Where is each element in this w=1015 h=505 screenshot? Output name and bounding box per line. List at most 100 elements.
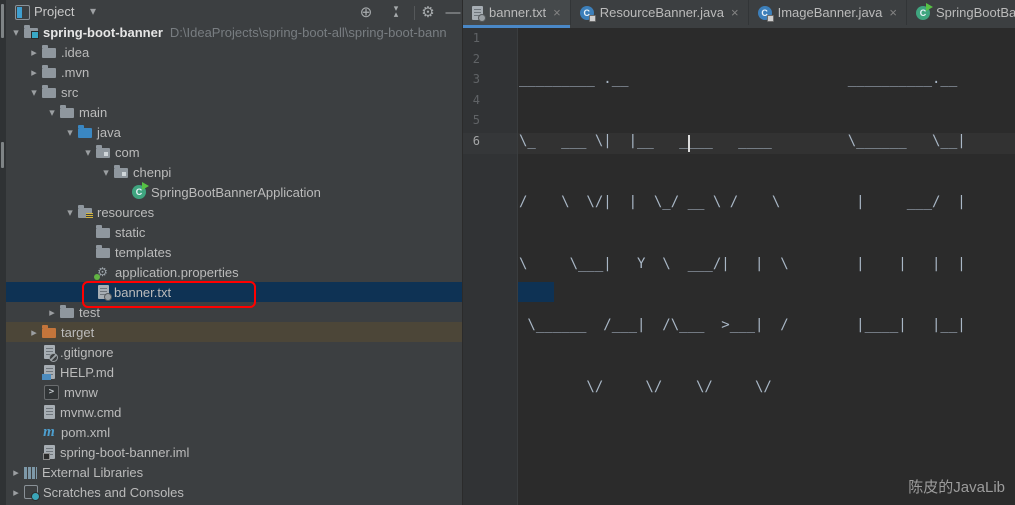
package-icon xyxy=(96,145,110,158)
tree-row-resources[interactable]: ▾ resources xyxy=(6,202,518,222)
locate-icon[interactable]: ⊕ xyxy=(356,3,376,23)
expand-arrow-icon[interactable]: ▾ xyxy=(62,206,78,219)
tree-row-scratches[interactable]: ▸ Scratches and Consoles xyxy=(6,482,464,502)
settings-gear-icon[interactable]: ⚙ xyxy=(418,3,438,23)
folder-icon xyxy=(96,245,110,258)
code-line: \/ \/ \/ \/ xyxy=(519,378,772,395)
tree-row-external-libraries[interactable]: ▸ External Libraries xyxy=(6,462,464,482)
scratches-icon xyxy=(24,485,40,501)
close-icon[interactable]: × xyxy=(889,6,897,19)
tree-row-help-md[interactable]: HELP.md xyxy=(6,362,500,382)
properties-file-icon: ⚙ xyxy=(94,265,110,280)
tree-row-main[interactable]: ▾ main xyxy=(6,102,500,122)
text-file-icon xyxy=(472,5,486,22)
expand-arrow-icon[interactable]: ▸ xyxy=(8,486,24,499)
tree-row-com[interactable]: ▾ com xyxy=(6,142,536,162)
tree-label: static xyxy=(115,224,146,240)
tree-label: mvnw.cmd xyxy=(60,404,122,420)
line-number: 1 xyxy=(472,31,480,45)
project-window-icon xyxy=(15,5,30,20)
collapse-bottom-glyph: ▴ xyxy=(393,9,399,19)
tab-label: banner.txt xyxy=(489,5,547,20)
line-number: 4 xyxy=(472,92,480,107)
tree-label: mvnw xyxy=(64,384,98,400)
text-caret xyxy=(688,135,690,152)
project-folder-icon xyxy=(24,25,39,39)
close-icon[interactable]: × xyxy=(731,6,739,19)
tree-row-src[interactable]: ▾ src xyxy=(6,82,482,102)
tab-resource-banner[interactable]: C ResourceBanner.java × xyxy=(571,0,749,25)
folder-icon xyxy=(96,225,110,238)
code-line: / \ \/| | \_/ __ \ / \ | ___/ | xyxy=(519,194,966,210)
expand-arrow-icon[interactable]: ▾ xyxy=(44,106,60,119)
code-line: _________ .__ __________.__ xyxy=(519,71,958,87)
expand-arrow-icon[interactable]: ▾ xyxy=(62,126,78,139)
runnable-class-icon: C xyxy=(132,182,149,199)
line-number: 2 xyxy=(472,51,480,66)
panel-title: Project xyxy=(34,4,75,19)
gitignore-file-icon xyxy=(44,345,58,362)
expand-arrow-icon[interactable]: ▾ xyxy=(98,166,114,179)
tree-label: pom.xml xyxy=(61,424,111,440)
tab-spring-boot-banner[interactable]: C SpringBootBann xyxy=(907,0,1015,25)
editor-text-area[interactable]: _________ .__ __________.__ \_ ___ \| |_… xyxy=(519,28,966,418)
expand-arrow-icon[interactable]: ▾ xyxy=(26,86,42,99)
expand-arrow-icon[interactable]: ▸ xyxy=(26,326,42,339)
tree-row-project-root[interactable]: ▾ spring-boot-banner D:\IdeaProjects\spr… xyxy=(6,22,464,42)
tree-row-target[interactable]: ▸ target xyxy=(6,322,482,342)
markdown-file-icon xyxy=(42,365,55,380)
tree-label: .idea xyxy=(61,44,90,60)
tree-row-pom-xml[interactable]: m pom.xml xyxy=(6,422,498,442)
tab-label: ImageBanner.java xyxy=(777,5,883,20)
tree-row-mvnw[interactable]: > mvnw xyxy=(6,382,500,402)
module-file-icon xyxy=(43,445,55,460)
line-numbers: 1 2 3 4 5 6 xyxy=(463,28,480,151)
tab-label: SpringBootBann xyxy=(936,5,1015,20)
hide-panel-icon[interactable]: — xyxy=(443,3,463,23)
tree-row-mvn[interactable]: ▸ .mvn xyxy=(6,62,482,82)
tree-label: spring-boot-banner.iml xyxy=(60,444,190,460)
tree-label: com xyxy=(115,144,140,160)
tree-row-idea[interactable]: ▸ .idea xyxy=(6,42,482,62)
folder-icon xyxy=(60,305,74,318)
tree-label: src xyxy=(61,84,79,100)
tree-label: .gitignore xyxy=(60,344,114,360)
libraries-icon xyxy=(24,466,37,479)
terminal-file-icon: > xyxy=(44,384,59,400)
excluded-folder-icon xyxy=(42,325,56,338)
line-number-current: 6 xyxy=(472,133,480,148)
tree-label: .mvn xyxy=(61,64,90,80)
tree-label: spring-boot-banner xyxy=(43,24,163,40)
expand-arrow-icon[interactable]: ▸ xyxy=(26,46,42,59)
code-line: \ \___| Y \ ___/| | \ | | | | xyxy=(519,255,966,272)
tab-image-banner[interactable]: C ImageBanner.java × xyxy=(749,0,907,25)
tab-banner-txt[interactable]: banner.txt × xyxy=(463,0,571,28)
tree-row-mvnw-cmd[interactable]: mvnw.cmd xyxy=(6,402,500,422)
tree-label: application.properties xyxy=(115,264,239,280)
tree-row-java[interactable]: ▾ java xyxy=(6,122,518,142)
line-number: 3 xyxy=(472,72,480,86)
expand-arrow-icon[interactable]: ▸ xyxy=(44,306,60,319)
expand-arrow-icon[interactable]: ▾ xyxy=(80,146,96,159)
project-path: D:\IdeaProjects\spring-boot-all\spring-b… xyxy=(169,24,447,40)
runnable-class-icon: C xyxy=(916,2,933,20)
tree-label: HELP.md xyxy=(60,364,114,380)
close-icon[interactable]: × xyxy=(553,6,561,19)
tree-label: chenpi xyxy=(133,164,172,180)
tree-row-iml[interactable]: spring-boot-banner.iml xyxy=(6,442,500,462)
tree-label: SpringBootBannerApplication xyxy=(151,184,321,200)
code-line: \_ ___ \| |__ ____ ____ \______ \__| xyxy=(519,132,966,149)
tree-row-gitignore[interactable]: .gitignore xyxy=(6,342,500,362)
expand-arrow-icon[interactable]: ▾ xyxy=(8,26,24,39)
readonly-class-icon: C xyxy=(757,5,774,22)
annotation-highlight-box xyxy=(82,281,256,308)
code-line: \______ /___| /\___ >___| / |____| |__| xyxy=(519,317,966,333)
expand-arrow-icon[interactable]: ▸ xyxy=(26,66,42,79)
maven-icon: m xyxy=(43,424,55,440)
project-dropdown-arrow-icon[interactable]: ▾ xyxy=(90,4,96,18)
tree-label: Scratches and Consoles xyxy=(43,484,184,500)
stripe-mark xyxy=(1,4,4,38)
expand-arrow-icon[interactable]: ▸ xyxy=(8,466,24,479)
tree-label: resources xyxy=(97,204,155,220)
collapse-all-icon[interactable]: ▾ ▴ xyxy=(386,4,406,19)
